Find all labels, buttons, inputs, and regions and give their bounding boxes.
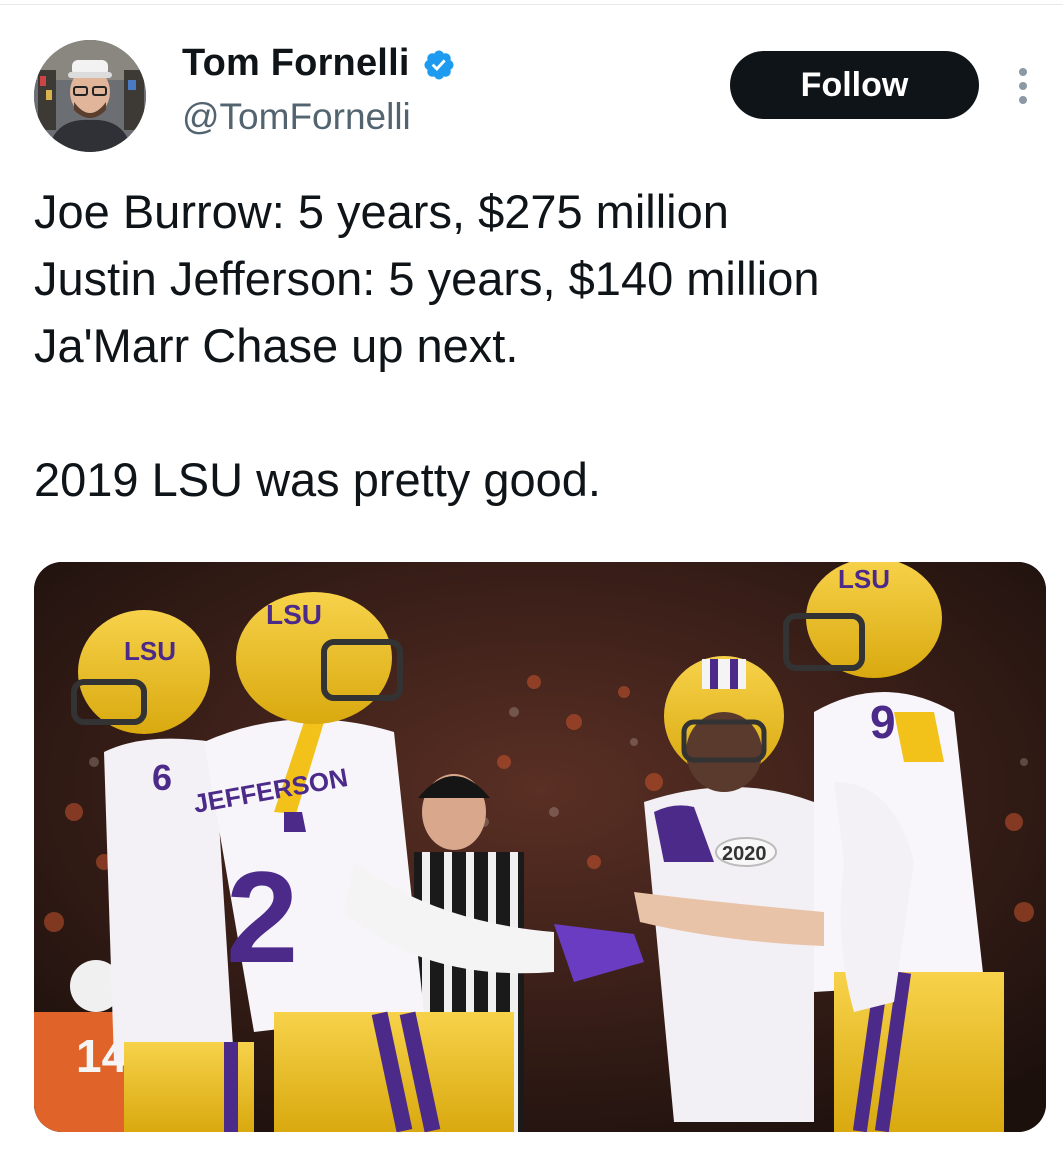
more-options-icon[interactable] <box>1008 64 1038 108</box>
tweet-text: Joe Burrow: 5 years, $275 million Justin… <box>34 178 1034 513</box>
tweet-text-line: Joe Burrow: 5 years, $275 million <box>34 185 729 238</box>
tweet-text-line: Justin Jefferson: 5 years, $140 million <box>34 252 820 305</box>
jersey-burrow-number: 9 <box>870 696 896 748</box>
tweet-text-line: 2019 LSU was pretty good. <box>34 453 601 506</box>
tweet-text-blank-line <box>34 379 1034 446</box>
jersey-six-number: 6 <box>152 757 172 798</box>
helmet-left-logo: LSU <box>124 636 176 666</box>
author-avatar[interactable] <box>34 40 146 152</box>
verified-badge-icon <box>424 49 454 80</box>
lsu-players-photo: 14 6 LSU JEFFERSON 2 LSU 2020 9 LSU <box>34 562 1046 1132</box>
author-name-row: Tom Fornelli <box>182 42 456 85</box>
follow-button[interactable]: Follow <box>730 51 979 119</box>
jersey-jefferson-number: 2 <box>226 844 298 990</box>
tweet-media-photo[interactable]: 14 6 LSU JEFFERSON 2 LSU 2020 9 LSU <box>34 562 1046 1132</box>
author-display-name[interactable]: Tom Fornelli <box>182 42 410 85</box>
championship-patch: 2020 <box>722 843 767 865</box>
helmet-center-logo: LSU <box>266 599 322 630</box>
tweet-text-line: Ja'Marr Chase up next. <box>34 319 519 372</box>
helmet-right-logo: LSU <box>838 564 890 594</box>
user-avatar-icon <box>34 40 146 152</box>
author-handle[interactable]: @TomFornelli <box>182 96 411 138</box>
top-divider <box>0 4 1063 5</box>
